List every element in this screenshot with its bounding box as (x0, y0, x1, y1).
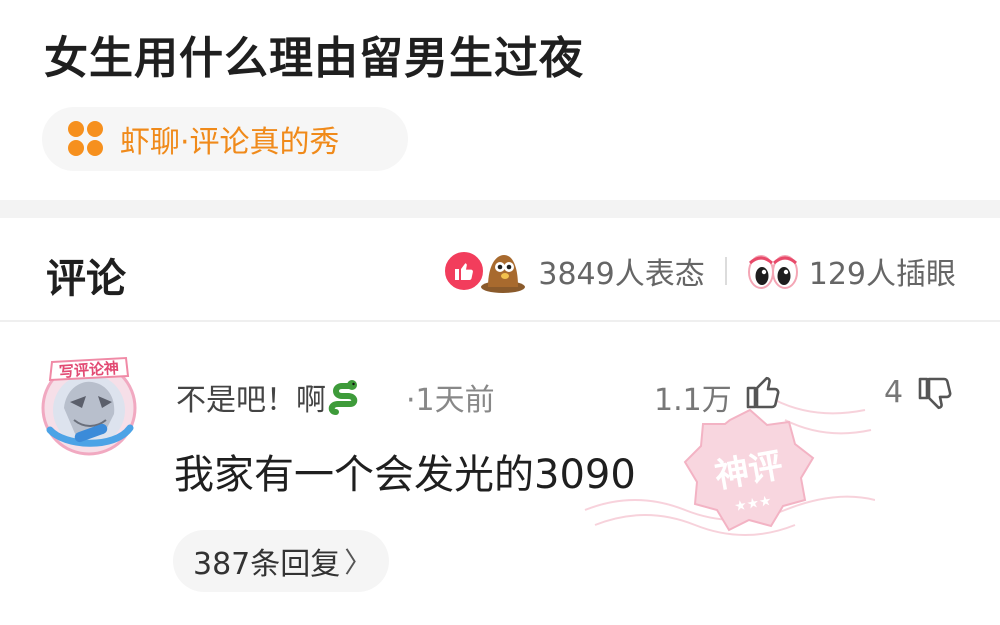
chevron-right-icon: 〉 (344, 546, 373, 579)
source-chip[interactable]: 虾聊·评论真的秀 (42, 107, 408, 171)
comment-username[interactable]: 不是吧！啊 (176, 375, 362, 419)
comments-divider (0, 320, 1000, 322)
thumbs-up-icon[interactable] (742, 369, 786, 413)
reply-count: 4 (884, 375, 904, 410)
post-title: 女生用什么理由留男生过夜 (44, 33, 584, 84)
reactions-summary[interactable]: 3849人表态 129人插眼 (442, 244, 956, 298)
section-divider (0, 200, 1000, 218)
reactions-separator (724, 257, 727, 285)
eyes-count: 129人插眼 (808, 257, 956, 292)
comment-body: 我家有一个会发光的3090 (174, 452, 636, 498)
snake-icon (328, 380, 358, 415)
four-dots-icon (68, 121, 104, 157)
user-avatar[interactable]: 写评论神 (34, 350, 144, 460)
source-label: 虾聊·评论真的秀 (120, 125, 340, 160)
eyes-icon (747, 255, 798, 289)
view-replies-button[interactable]: 387条回复 〉 (173, 530, 389, 592)
comments-heading: 评论 (46, 256, 126, 302)
thumbs-down-icon[interactable] (914, 373, 958, 417)
like-count: 1.1万 (654, 383, 732, 418)
replies-label: 387条回复 (193, 547, 341, 582)
reactions-count: 3849人表态 (538, 257, 705, 292)
comment-time: ·1天前 (406, 383, 495, 418)
username-text: 不是吧！啊 (176, 383, 326, 418)
